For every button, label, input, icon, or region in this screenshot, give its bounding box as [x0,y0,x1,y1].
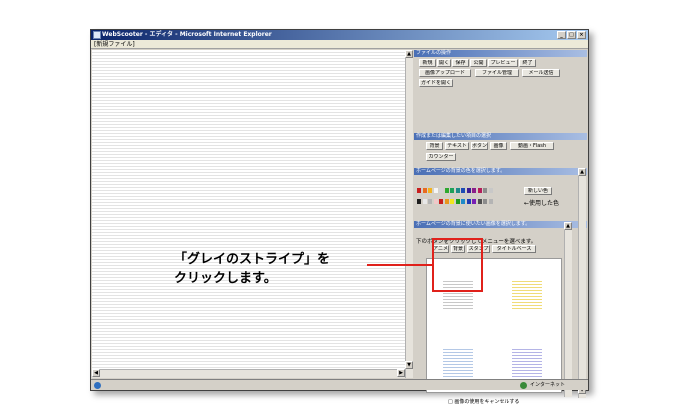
new-color-button[interactable]: 新しい色 [524,187,552,195]
scroll-right-icon[interactable]: ▶ [397,369,405,377]
editor-canvas[interactable] [92,50,405,378]
scroll-up-icon[interactable]: ▲ [405,50,413,58]
open-button[interactable]: 開く [437,59,451,67]
color-swatch[interactable] [428,199,432,204]
color-swatch[interactable] [417,188,421,193]
color-swatch[interactable] [417,199,421,204]
panel-scrollbar[interactable]: ▲ ▼ [578,168,586,398]
browser-window: WebScooter - エディタ - Microsoft Internet E… [90,29,589,405]
color-swatch[interactable] [433,199,438,204]
editor-vertical-scrollbar[interactable]: ▲ ▼ [405,50,413,378]
bg-image-header: ホームページの背景に使いたい画像を選択します。 [414,221,587,228]
save-button[interactable]: 保存 [452,59,469,67]
new-button[interactable]: 新規 [419,59,436,67]
color-swatch[interactable] [461,188,465,193]
color-swatch[interactable] [477,199,482,204]
tool-panel: ファイルの操作 新規 開く 保存 公開 プレビュー 終了 画像アップロード ファ… [414,50,587,405]
editor-horizontal-scrollbar[interactable]: ◀ ▶ [92,369,405,378]
callout-line-1: 「グレイのストライプ」を [174,252,331,267]
send-mail-button[interactable]: メール送信 [522,69,560,77]
color-swatch[interactable] [439,188,443,193]
color-swatch[interactable] [472,199,476,204]
gallery-scroll-up-icon[interactable]: ▲ [564,222,572,230]
insert-header: 作成または編集したい項目の選択 [414,133,587,140]
panel-scroll-up-icon[interactable]: ▲ [578,168,586,176]
background-button[interactable]: 背景 [426,142,443,150]
callout-line-2: クリックします。 [174,271,277,286]
file-manager-button[interactable]: ファイル管理 [475,69,519,77]
color-swatch[interactable] [439,199,443,204]
color-swatch[interactable] [483,199,487,204]
window-controls: _ □ × [557,31,586,39]
color-swatch[interactable] [472,188,476,193]
publish-button[interactable]: 公開 [470,59,487,67]
color-swatch[interactable] [483,188,487,193]
highlight-box [432,238,483,292]
color-swatch[interactable] [455,199,460,204]
color-swatch[interactable] [466,188,471,193]
image-button[interactable]: 画像 [490,142,507,150]
counter-button[interactable]: カウンター [426,153,456,161]
color-swatch[interactable] [428,188,432,193]
button-button[interactable]: ボタン [471,142,488,150]
status-bar: インターネット [91,379,588,390]
color-swatch[interactable] [461,199,465,204]
file-ops-header: ファイルの操作 [414,50,587,57]
callout-text: 「グレイのストライプ」を クリックします。 [174,250,364,288]
color-swatch[interactable] [422,199,427,204]
color-swatch[interactable] [444,199,449,204]
color-swatch[interactable] [422,188,427,193]
color-swatch[interactable] [488,188,493,193]
used-colors-label: ←使用した色 [524,200,560,207]
color-swatch[interactable] [455,188,460,193]
cancel-image-checkbox[interactable]: □ 画像の使用をキャンセルする [448,398,519,405]
close-button[interactable]: × [577,31,586,39]
bg-color-header: ホームページの背景の色を選択します。 [414,168,587,175]
video-flash-button[interactable]: 動画・Flash [510,142,554,150]
yellow-stripe-thumbnail[interactable] [512,279,542,309]
image-upload-button[interactable]: 画像アップロード [419,69,471,77]
color-swatch[interactable] [444,188,449,193]
color-swatch[interactable] [450,199,454,204]
scroll-left-icon[interactable]: ◀ [92,369,100,377]
color-swatch[interactable] [433,188,438,193]
maximize-button[interactable]: □ [567,31,576,39]
window-title: WebScooter - エディタ - Microsoft Internet E… [102,31,272,38]
color-swatch[interactable] [450,188,454,193]
ie-page-icon [94,382,101,389]
color-swatch[interactable] [466,199,471,204]
purple-stripe-thumbnail[interactable] [512,347,542,377]
minimize-button[interactable]: _ [557,31,566,39]
blue-stripe-thumbnail[interactable] [443,347,473,377]
tab-title-base[interactable]: タイトルベース [492,245,536,253]
gallery-scrollbar[interactable]: ▲ ▼ [564,222,572,397]
exit-button[interactable]: 終了 [519,59,536,67]
color-swatch[interactable] [477,188,482,193]
color-swatch[interactable] [488,199,493,204]
internet-zone-icon [520,382,527,389]
callout-line [367,264,433,266]
file-name-bar: [新規ファイル] [91,40,588,49]
text-button[interactable]: テキスト [445,142,469,150]
scroll-down-icon[interactable]: ▼ [405,361,413,369]
open-guide-button[interactable]: ガイドを開く [419,79,453,87]
preview-button[interactable]: プレビュー [488,59,518,67]
app-icon [93,31,101,39]
title-bar: WebScooter - エディタ - Microsoft Internet E… [91,30,588,40]
internet-zone-label: インターネット [530,382,566,388]
